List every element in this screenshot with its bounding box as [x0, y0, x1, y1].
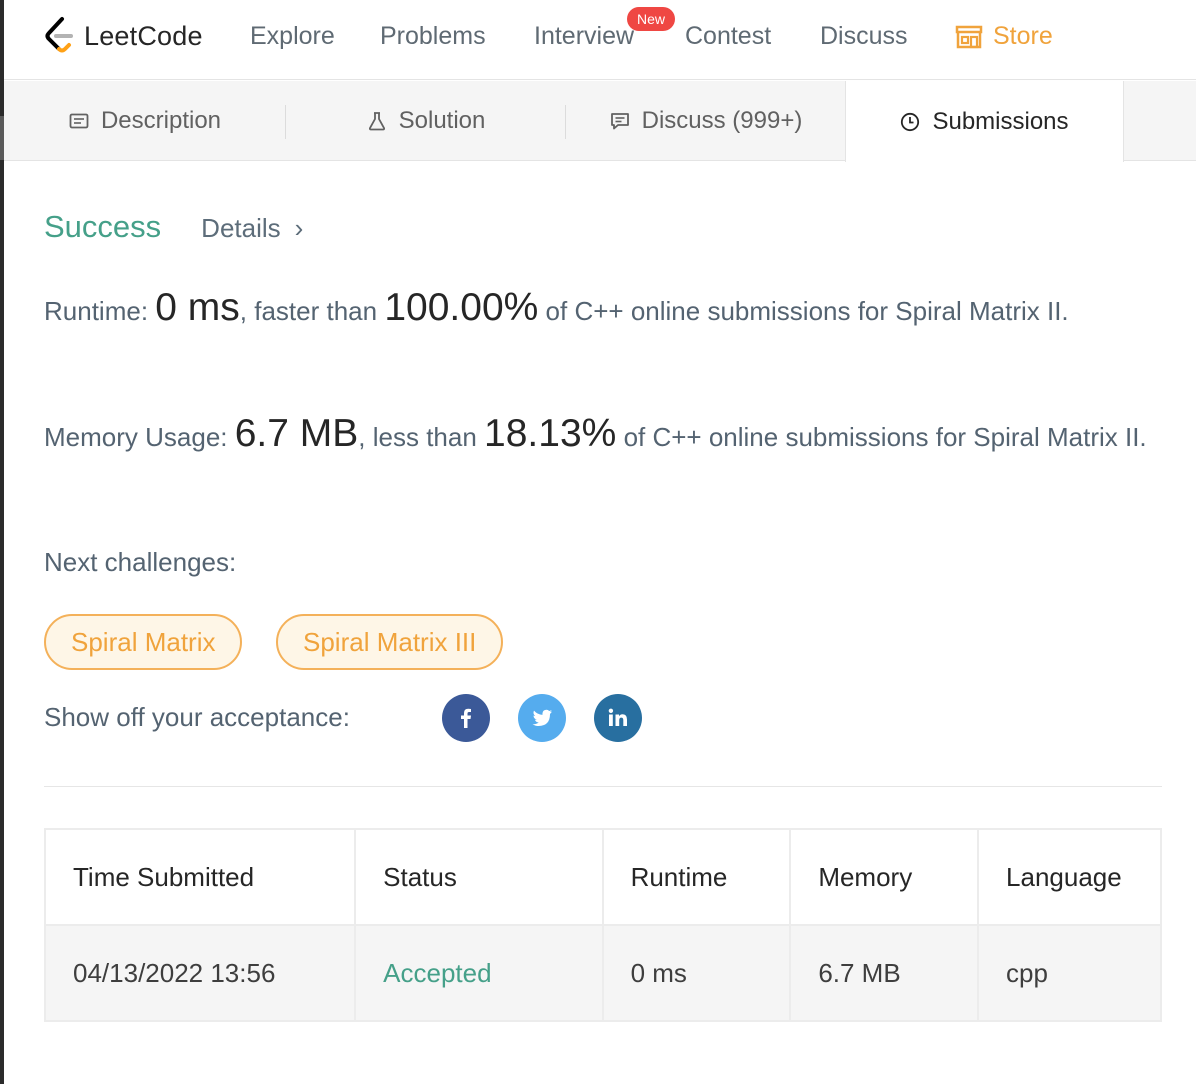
logo[interactable]: LeetCode	[42, 14, 203, 58]
tab-discuss-label: Discuss (999+)	[641, 107, 803, 134]
twitter-glyph	[532, 709, 552, 726]
tab-description[interactable]: Description	[4, 81, 286, 161]
nav-discuss[interactable]: Discuss	[820, 22, 908, 51]
divider	[44, 786, 1162, 787]
logo-text: LeetCode	[84, 20, 203, 51]
memory-percent: 18.13%	[484, 412, 617, 455]
window-edge	[0, 0, 4, 1084]
submissions-table: Time Submitted Status Runtime Memory Lan…	[43, 828, 1162, 1022]
memory-mid: , less than	[358, 422, 477, 452]
runtime-tail: of C++ online submissions for Spiral Mat…	[545, 296, 1069, 326]
result-header: Success Details ›	[44, 209, 303, 245]
share-label: Show off your acceptance:	[44, 702, 350, 732]
tab-solution-label: Solution	[398, 107, 486, 134]
flask-icon	[368, 112, 385, 131]
column-header-time-submitted: Time Submitted	[43, 828, 357, 926]
cell-runtime: 0 ms	[601, 924, 792, 1022]
memory-label: Memory Usage:	[44, 422, 228, 452]
nav-problems[interactable]: Problems	[380, 22, 486, 51]
runtime-percent: 100.00%	[384, 286, 539, 329]
tab-submissions-label: Submissions	[932, 107, 1069, 135]
column-header-status: Status	[354, 828, 604, 926]
nav-contest[interactable]: Contest	[685, 22, 771, 51]
linkedin-glyph	[608, 708, 627, 726]
nav-store-label: Store	[993, 22, 1053, 50]
twitter-icon[interactable]	[518, 694, 566, 742]
column-header-runtime: Runtime	[601, 828, 792, 926]
cell-language: cpp	[977, 924, 1162, 1022]
tab-submissions[interactable]: Submissions	[845, 81, 1124, 162]
column-header-language: Language	[977, 828, 1162, 926]
tab-description-label: Description	[100, 107, 222, 134]
runtime-value: 0 ms	[155, 286, 240, 329]
problem-tabs: Description Solution Discuss (999+) Subm…	[4, 81, 1196, 162]
cell-memory: 6.7 MB	[789, 924, 980, 1022]
nav-interview[interactable]: Interview	[534, 22, 634, 51]
leetcode-logo-icon	[45, 17, 73, 53]
cell-time-submitted: 04/13/2022 13:56	[43, 924, 357, 1022]
table-row: 04/13/2022 13:56 Accepted 0 ms 6.7 MB cp…	[43, 924, 1162, 1022]
column-header-memory: Memory	[789, 828, 980, 926]
result-status: Success	[44, 209, 162, 244]
table-header-row: Time Submitted Status Runtime Memory Lan…	[43, 828, 1162, 926]
memory-stat: Memory Usage: 6.7 MB, less than 18.13% o…	[44, 413, 1154, 458]
runtime-label: Runtime:	[44, 296, 149, 326]
linkedin-icon[interactable]	[594, 694, 642, 742]
top-navbar: LeetCode Explore Problems Interview New …	[4, 0, 1196, 80]
tab-solution[interactable]: Solution	[286, 81, 566, 161]
new-badge: New	[627, 7, 676, 31]
runtime-stat: Runtime: 0 ms, faster than 100.00% of C+…	[44, 287, 1154, 332]
clock-icon	[901, 112, 920, 131]
memory-value: 6.7 MB	[234, 412, 359, 455]
facebook-icon[interactable]	[442, 694, 490, 742]
cell-status-link[interactable]: Accepted	[354, 924, 604, 1022]
details-link[interactable]: Details	[201, 213, 280, 244]
nav-explore[interactable]: Explore	[250, 22, 335, 51]
comment-icon	[610, 113, 629, 130]
next-challenge-spiral-matrix-iii[interactable]: Spiral Matrix III	[276, 614, 504, 670]
runtime-mid: , faster than	[239, 296, 378, 326]
description-icon	[69, 113, 89, 129]
store-icon	[955, 25, 983, 48]
memory-tail: of C++ online submissions for Spiral Mat…	[623, 422, 1147, 452]
next-challenge-spiral-matrix[interactable]: Spiral Matrix	[44, 614, 243, 670]
chevron-right-icon[interactable]: ›	[295, 213, 304, 244]
facebook-glyph	[461, 708, 471, 728]
next-challenges-label: Next challenges:	[44, 547, 237, 577]
nav-store[interactable]: Store	[955, 22, 1053, 51]
tab-discuss[interactable]: Discuss (999+)	[566, 81, 846, 161]
